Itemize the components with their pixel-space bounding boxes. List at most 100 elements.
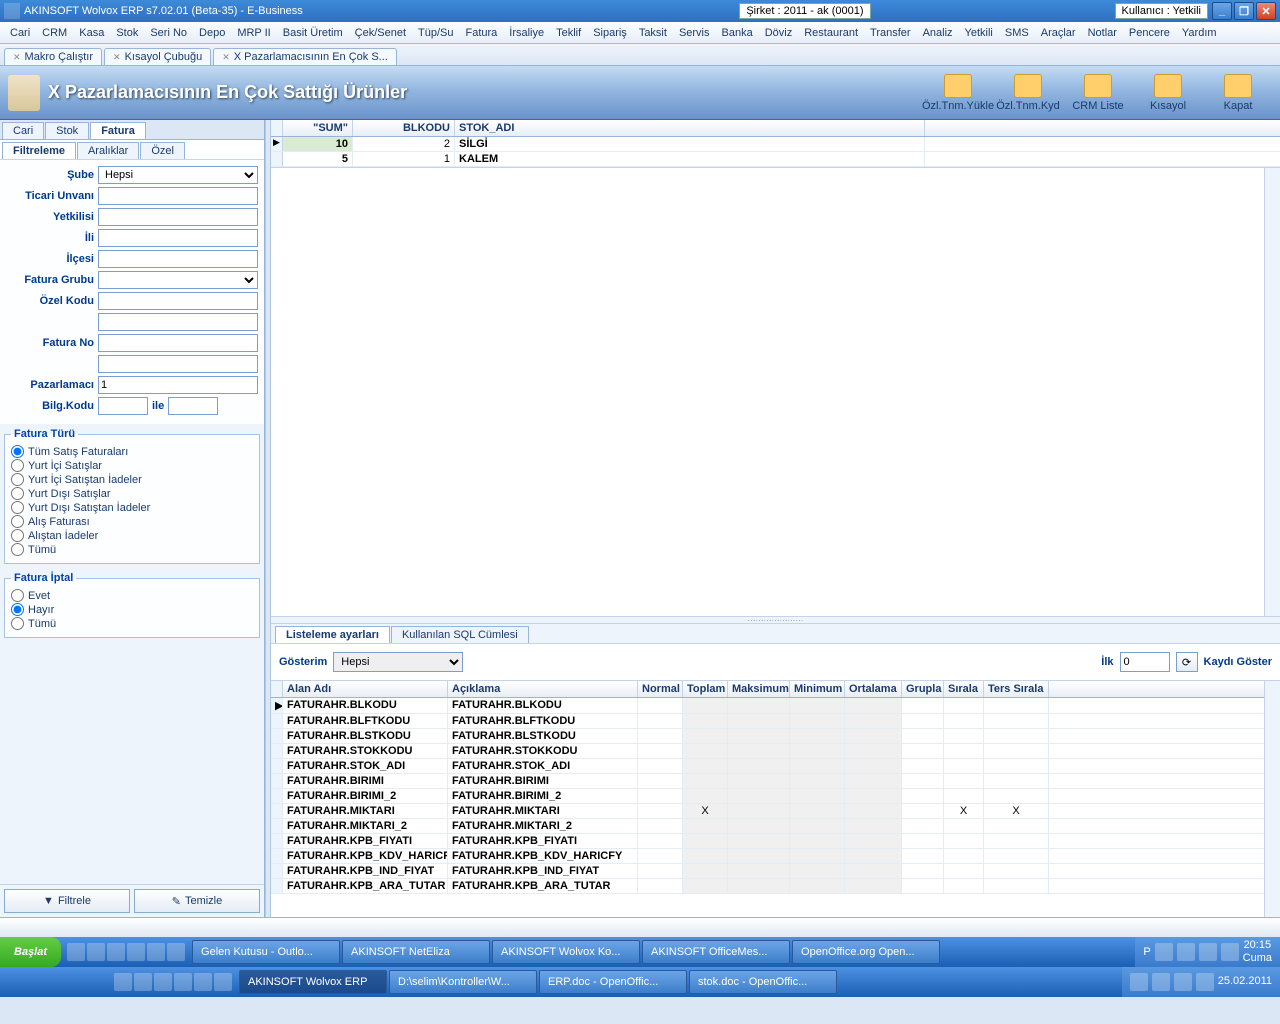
- ql-icon[interactable]: [154, 973, 172, 991]
- menu-stok[interactable]: Stok: [110, 25, 144, 41]
- close-icon[interactable]: ✕: [113, 52, 121, 63]
- close-icon[interactable]: ✕: [222, 52, 230, 63]
- ilk-input[interactable]: [1120, 652, 1170, 672]
- gh-Alan Adı[interactable]: Alan Adı: [283, 681, 448, 697]
- menu-kasa[interactable]: Kasa: [73, 25, 110, 41]
- menu-yardım[interactable]: Yardım: [1176, 25, 1223, 41]
- ft-radio[interactable]: [11, 473, 24, 486]
- task-button[interactable]: AKINSOFT Wolvox ERP: [239, 970, 387, 994]
- gh-Ters Sırala[interactable]: Ters Sırala: [984, 681, 1049, 697]
- grid-row[interactable]: FATURAHR.BLFTKODUFATURAHR.BLFTKODU: [271, 714, 1264, 729]
- gh-Toplam[interactable]: Toplam: [683, 681, 728, 697]
- ql-icon[interactable]: [194, 973, 212, 991]
- ql-icon[interactable]: [214, 973, 232, 991]
- subtab-Özel[interactable]: Özel: [140, 142, 185, 159]
- menu-fatura[interactable]: Fatura: [459, 25, 503, 41]
- ilk-refresh-button[interactable]: ⟳: [1176, 652, 1198, 672]
- menu-araçlar[interactable]: Araçlar: [1035, 25, 1082, 41]
- menu-pencere[interactable]: Pencere: [1123, 25, 1176, 41]
- toolbar-Kısayol[interactable]: Kısayol: [1134, 69, 1202, 117]
- ql-icon[interactable]: [127, 943, 145, 961]
- menu-mrp ii[interactable]: MRP II: [231, 25, 276, 41]
- bilgkodu2-input[interactable]: [168, 397, 218, 415]
- menu-cari[interactable]: Cari: [4, 25, 36, 41]
- fi-radio[interactable]: [11, 603, 24, 616]
- ft-radio[interactable]: [11, 445, 24, 458]
- doc-tab[interactable]: ✕Makro Çalıştır: [4, 48, 102, 65]
- ft-radio[interactable]: [11, 501, 24, 514]
- clear-button[interactable]: ✎Temizle: [134, 889, 260, 913]
- grid-row[interactable]: FATURAHR.BIRIMI_2FATURAHR.BIRIMI_2: [271, 789, 1264, 804]
- menu-crm[interactable]: CRM: [36, 25, 73, 41]
- tray-icon[interactable]: [1174, 973, 1192, 991]
- yetkilisi-input[interactable]: [98, 208, 258, 226]
- grid-row[interactable]: FATURAHR.STOKKODUFATURAHR.STOKKODU: [271, 744, 1264, 759]
- ft-radio[interactable]: [11, 487, 24, 500]
- col-sum[interactable]: "SUM": [283, 120, 353, 136]
- tray-icon[interactable]: [1177, 943, 1195, 961]
- task-button[interactable]: AKINSOFT Wolvox Ko...: [492, 940, 640, 964]
- subtab-Aralıklar[interactable]: Aralıklar: [77, 142, 139, 159]
- gh-Normal[interactable]: Normal: [638, 681, 683, 697]
- toolbar-Özl.Tnm.Kyd[interactable]: Özl.Tnm.Kyd: [994, 69, 1062, 117]
- clock-date[interactable]: 25.02.2011: [1218, 975, 1272, 988]
- fgrubu-select[interactable]: [98, 271, 258, 289]
- menu-analiz[interactable]: Analiz: [917, 25, 959, 41]
- close-icon[interactable]: ✕: [13, 52, 21, 63]
- col-blkodu[interactable]: BLKODU: [353, 120, 455, 136]
- ft-radio[interactable]: [11, 515, 24, 528]
- task-button[interactable]: Gelen Kutusu - Outlo...: [192, 940, 340, 964]
- col-stokadi[interactable]: STOK_ADI: [455, 120, 925, 136]
- gosterim-select[interactable]: Hepsi: [333, 652, 463, 672]
- menu-basit üretim[interactable]: Basit Üretim: [277, 25, 349, 41]
- grid-row[interactable]: FATURAHR.BLSTKODUFATURAHR.BLSTKODU: [271, 729, 1264, 744]
- doc-tab[interactable]: ✕X Pazarlamacısının En Çok S...: [213, 48, 397, 65]
- task-button[interactable]: D:\selim\Kontroller\W...: [389, 970, 537, 994]
- close-button[interactable]: ✕: [1256, 2, 1276, 20]
- menu-sipariş[interactable]: Sipariş: [587, 25, 633, 41]
- gh-Sırala[interactable]: Sırala: [944, 681, 984, 697]
- tray-icon[interactable]: [1152, 973, 1170, 991]
- bottab-1[interactable]: Kullanılan SQL Cümlesi: [391, 626, 529, 643]
- task-button[interactable]: ERP.doc - OpenOffic...: [539, 970, 687, 994]
- menu-yetkili[interactable]: Yetkili: [959, 25, 999, 41]
- grid-row[interactable]: ▶FATURAHR.BLKODUFATURAHR.BLKODU: [271, 698, 1264, 714]
- user-box[interactable]: Kullanıcı : Yetkili: [1115, 3, 1209, 19]
- ft-radio[interactable]: [11, 459, 24, 472]
- toolbar-Özl.Tnm.Yükle[interactable]: Özl.Tnm.Yükle: [924, 69, 992, 117]
- menu-çek/senet[interactable]: Çek/Senet: [349, 25, 412, 41]
- bilgkodu1-input[interactable]: [98, 397, 148, 415]
- data-row[interactable]: ▶102SİLGİ: [271, 137, 1280, 152]
- gh-Ortalama[interactable]: Ortalama: [845, 681, 902, 697]
- ql-icon[interactable]: [134, 973, 152, 991]
- data-row[interactable]: 51KALEM: [271, 152, 1280, 167]
- company-box[interactable]: Şirket : 2011 - ak (0001): [739, 3, 870, 19]
- ilcesi-input[interactable]: [98, 250, 258, 268]
- menu-banka[interactable]: Banka: [716, 25, 759, 41]
- menu-taksit[interactable]: Taksit: [633, 25, 673, 41]
- menu-transfer[interactable]: Transfer: [864, 25, 917, 41]
- ltab-Fatura[interactable]: Fatura: [90, 122, 146, 139]
- ql-icon[interactable]: [87, 943, 105, 961]
- doc-tab[interactable]: ✕Kısayol Çubuğu: [104, 48, 211, 65]
- gh-Maksimum[interactable]: Maksimum: [728, 681, 790, 697]
- grid-row[interactable]: FATURAHR.KPB_KDV_HARICFYFATURAHR.KPB_KDV…: [271, 849, 1264, 864]
- menu-depo[interactable]: Depo: [193, 25, 231, 41]
- menu-döviz[interactable]: Döviz: [759, 25, 799, 41]
- grid-row[interactable]: FATURAHR.BIRIMIFATURAHR.BIRIMI: [271, 774, 1264, 789]
- minimize-button[interactable]: _: [1212, 2, 1232, 20]
- clock[interactable]: 20:15Cuma: [1243, 939, 1272, 965]
- menu-teklif[interactable]: Teklif: [550, 25, 587, 41]
- tray-icon[interactable]: [1130, 973, 1148, 991]
- gh-Grupla[interactable]: Grupla: [902, 681, 944, 697]
- ft-radio[interactable]: [11, 529, 24, 542]
- toolbar-CRM Liste[interactable]: CRM Liste: [1064, 69, 1132, 117]
- faturano-input[interactable]: [98, 334, 258, 352]
- tray-icon[interactable]: [1199, 943, 1217, 961]
- grid-scrollbar[interactable]: [1264, 681, 1280, 917]
- subtab-Filtreleme[interactable]: Filtreleme: [2, 142, 76, 159]
- ltab-Stok[interactable]: Stok: [45, 122, 89, 139]
- grid-row[interactable]: FATURAHR.STOK_ADIFATURAHR.STOK_ADI: [271, 759, 1264, 774]
- fi-radio[interactable]: [11, 617, 24, 630]
- pazarlamaci-input[interactable]: [98, 376, 258, 394]
